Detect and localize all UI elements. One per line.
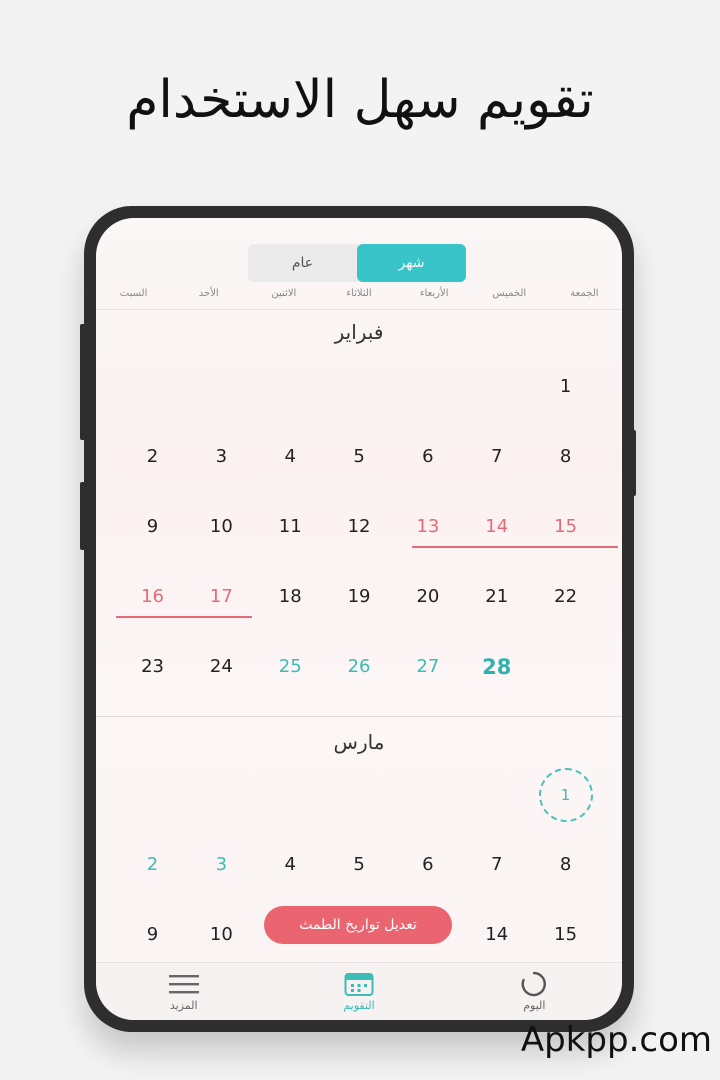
day-cell[interactable]: 22 bbox=[531, 562, 600, 632]
week-row: 1 bbox=[118, 760, 600, 830]
side-button bbox=[80, 482, 86, 550]
day-cell[interactable]: 10 bbox=[187, 492, 256, 562]
nav-more[interactable]: المزيد bbox=[96, 963, 271, 1020]
tab-year[interactable]: عام bbox=[248, 244, 357, 282]
day-cell[interactable]: 14 bbox=[462, 900, 531, 970]
volume-button bbox=[80, 324, 86, 440]
week-row: 8 7 6 5 4 3 2 bbox=[118, 422, 600, 492]
app-screen: عام شهر الجمعة الخميس الأربعاء الثلاثاء … bbox=[96, 218, 622, 1020]
weekday-label: السبت bbox=[119, 288, 148, 299]
progress-ring-icon bbox=[519, 971, 549, 997]
fertile-day-cell[interactable]: 26 bbox=[325, 632, 394, 702]
weekday-label: الجمعة bbox=[570, 288, 599, 299]
day-cell[interactable]: 3 bbox=[187, 422, 256, 492]
month-grid-february: 1 8 7 6 5 4 3 2 15 14 13 12 11 10 9 22 2… bbox=[116, 352, 618, 702]
day-cell[interactable]: 8 bbox=[531, 830, 600, 900]
day-cell[interactable]: 5 bbox=[325, 830, 394, 900]
weekday-label: الخميس bbox=[492, 288, 527, 299]
month-title: مارس bbox=[333, 730, 385, 754]
weekday-label: الأربعاء bbox=[419, 288, 449, 299]
headline: تقويم سهل الاستخدام bbox=[126, 70, 594, 130]
today-day-cell[interactable]: 1 bbox=[531, 760, 600, 830]
ovulation-day-cell[interactable]: 28 bbox=[462, 632, 531, 702]
day-cell[interactable]: 19 bbox=[325, 562, 394, 632]
day-cell[interactable]: 20 bbox=[393, 562, 462, 632]
day-cell[interactable]: 11 bbox=[256, 492, 325, 562]
day-cell[interactable]: 7 bbox=[462, 422, 531, 492]
day-cell[interactable]: 4 bbox=[256, 830, 325, 900]
day-cell[interactable]: 18 bbox=[256, 562, 325, 632]
calendar-icon bbox=[344, 971, 374, 997]
tab-month[interactable]: شهر bbox=[357, 244, 466, 282]
weekday-label: الأحد bbox=[198, 288, 219, 299]
month-divider bbox=[96, 716, 622, 717]
day-cell[interactable]: 7 bbox=[462, 830, 531, 900]
period-underline bbox=[116, 616, 252, 618]
fertile-day-cell[interactable]: 2 bbox=[118, 830, 187, 900]
watermark: Apkpp.com bbox=[520, 1020, 712, 1060]
week-row: 8 7 6 5 4 3 2 bbox=[118, 830, 600, 900]
month-title: فبراير bbox=[334, 320, 384, 344]
period-day-cell[interactable]: 14 bbox=[462, 492, 531, 562]
day-cell[interactable]: 5 bbox=[325, 422, 394, 492]
day-cell[interactable]: 6 bbox=[393, 422, 462, 492]
view-toggle: عام شهر bbox=[248, 244, 466, 282]
fertile-day-cell[interactable]: 27 bbox=[393, 632, 462, 702]
today-ring bbox=[538, 768, 593, 822]
week-row: 22 21 20 19 18 17 16 bbox=[116, 562, 600, 632]
nav-calendar[interactable]: التقويم bbox=[271, 963, 446, 1020]
edit-period-dates-button[interactable]: تعديل تواريخ الطمث bbox=[264, 906, 452, 944]
power-button bbox=[630, 430, 636, 496]
week-row: 1 bbox=[118, 352, 600, 422]
day-cell[interactable]: 8 bbox=[531, 422, 600, 492]
day-cell[interactable]: 24 bbox=[187, 632, 256, 702]
nav-today-label: اليوم bbox=[523, 999, 546, 1012]
day-cell[interactable]: 23 bbox=[118, 632, 187, 702]
weekday-label: الثلاثاء bbox=[346, 288, 372, 299]
fertile-day-cell[interactable]: 3 bbox=[187, 830, 256, 900]
day-cell[interactable]: 9 bbox=[118, 900, 187, 970]
weekday-header: الجمعة الخميس الأربعاء الثلاثاء الاثنين … bbox=[96, 288, 622, 310]
day-cell[interactable]: 10 bbox=[187, 900, 256, 970]
period-day-cell[interactable]: 13 bbox=[393, 492, 462, 562]
period-underline bbox=[412, 546, 618, 548]
week-row: 28 27 26 25 24 23 bbox=[118, 632, 600, 702]
period-day-cell[interactable]: 17 bbox=[187, 562, 256, 632]
bottom-nav: المزيد التقويم اليوم bbox=[96, 962, 622, 1020]
day-cell[interactable]: 4 bbox=[256, 422, 325, 492]
day-cell[interactable]: 2 bbox=[118, 422, 187, 492]
weekday-label: الاثنين bbox=[271, 288, 297, 299]
period-day-cell[interactable]: 16 bbox=[118, 562, 187, 632]
day-cell[interactable]: 1 bbox=[531, 352, 600, 422]
menu-icon bbox=[168, 971, 199, 997]
day-cell[interactable]: 21 bbox=[462, 562, 531, 632]
day-cell[interactable]: 6 bbox=[393, 830, 462, 900]
nav-more-label: المزيد bbox=[169, 999, 198, 1012]
nav-calendar-label: التقويم bbox=[343, 999, 375, 1012]
day-cell[interactable]: 9 bbox=[118, 492, 187, 562]
week-row: 15 14 13 12 11 10 9 bbox=[118, 492, 618, 562]
fertile-day-cell[interactable]: 25 bbox=[256, 632, 325, 702]
day-cell[interactable]: 15 bbox=[531, 900, 600, 970]
day-cell[interactable]: 12 bbox=[325, 492, 394, 562]
nav-today[interactable]: اليوم bbox=[447, 963, 622, 1020]
period-day-cell[interactable]: 15 bbox=[531, 492, 600, 562]
